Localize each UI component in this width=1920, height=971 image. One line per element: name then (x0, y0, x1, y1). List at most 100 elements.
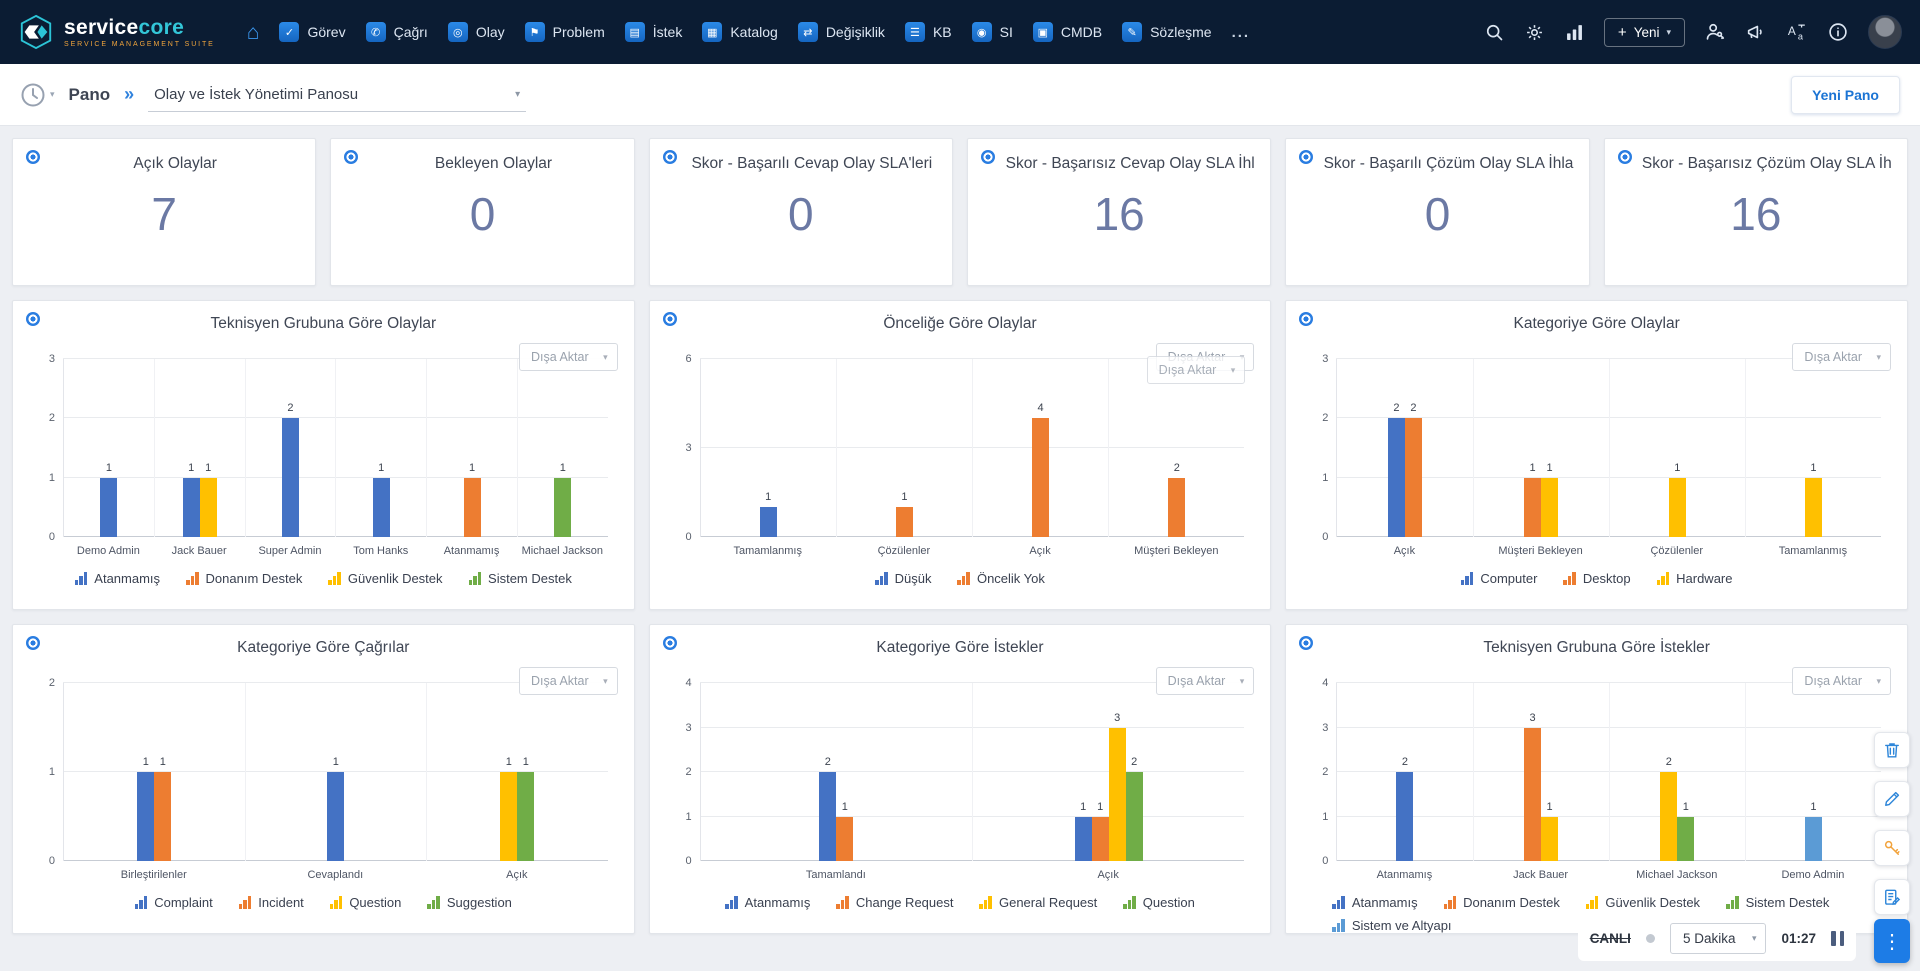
chart-bar[interactable]: 3 (1524, 728, 1541, 862)
user-access-icon[interactable] (1704, 21, 1726, 43)
chart-bar[interactable]: 1 (760, 507, 777, 537)
chart-bar[interactable]: 1 (1092, 817, 1109, 862)
chart-bar[interactable]: 2 (819, 772, 836, 861)
info-icon[interactable] (1827, 21, 1849, 43)
legend-item[interactable]: General Request (979, 895, 1097, 910)
new-dashboard-button[interactable]: Yeni Pano (1791, 76, 1900, 114)
chart-bar[interactable]: 1 (1805, 817, 1822, 862)
chart-bar[interactable]: 1 (1075, 817, 1092, 862)
legend-item[interactable]: Sistem Destek (469, 571, 572, 586)
legend-item[interactable]: Computer (1461, 571, 1538, 586)
legend-item[interactable]: Complaint (135, 895, 213, 910)
chart-bar[interactable]: 2 (282, 418, 299, 537)
translate-icon[interactable]: Aa (1786, 21, 1808, 43)
nav-item-cmdb[interactable]: ▣CMDB (1023, 14, 1112, 50)
legend-item[interactable]: Atanmamış (725, 895, 810, 910)
chart-bar[interactable]: 2 (1388, 418, 1405, 537)
chart-bar[interactable]: 1 (1541, 478, 1558, 537)
nav-item-change[interactable]: ⇄Değişiklik (788, 14, 895, 50)
chart-bar[interactable]: 1 (154, 772, 171, 861)
edit-widgets-button[interactable] (1874, 879, 1910, 915)
chart-bar[interactable]: 2 (1168, 478, 1185, 537)
nav-item-call[interactable]: ✆Çağrı (356, 14, 438, 50)
refresh-interval-select[interactable]: 5 Dakika ▾ (1670, 923, 1767, 954)
chart-bar[interactable]: 1 (517, 772, 534, 861)
legend-item[interactable]: Question (330, 895, 402, 910)
kpi-card[interactable]: Skor - Başarılı Çözüm Olay SLA İhla0 (1285, 138, 1589, 286)
chart-bar[interactable]: 1 (137, 772, 154, 861)
legend-item[interactable]: Donanım Destek (186, 571, 302, 586)
edit-dashboard-button[interactable] (1874, 781, 1910, 817)
export-select[interactable]: Dışa Aktar▾ (1147, 356, 1246, 384)
nav-item-task[interactable]: ✓Görev (269, 14, 355, 50)
chart-bar[interactable]: 1 (896, 507, 913, 537)
user-avatar[interactable] (1868, 15, 1902, 49)
legend-item[interactable]: Öncelik Yok (957, 571, 1044, 586)
more-actions-button[interactable]: ⋮ (1874, 919, 1910, 963)
chart-bar[interactable]: 3 (1109, 728, 1126, 862)
new-button[interactable]: + Yeni ▾ (1604, 18, 1685, 47)
legend-item[interactable]: Düşük (875, 571, 931, 586)
chart-bar[interactable]: 1 (1677, 817, 1694, 862)
nav-more-button[interactable]: ... (1222, 24, 1261, 41)
legend-item[interactable]: Desktop (1563, 571, 1630, 586)
chart-bar[interactable]: 1 (464, 478, 481, 537)
dashboard-select[interactable]: Olay ve İstek Yönetimi Panosu ▾ (148, 78, 526, 112)
nav-item-contract[interactable]: ✎Sözleşme (1112, 14, 1221, 50)
legend-item[interactable]: Hardware (1657, 571, 1733, 586)
nav-item-si[interactable]: ◉SI (962, 14, 1023, 50)
kpi-card[interactable]: Skor - Başarılı Cevap Olay SLA'leri0 (649, 138, 953, 286)
legend-item[interactable]: Atanmamış (1332, 895, 1417, 910)
chart-bar[interactable]: 1 (183, 478, 200, 537)
nav-item-problem[interactable]: ⚑Problem (515, 14, 615, 50)
chart-bar[interactable]: 2 (1126, 772, 1143, 861)
export-select[interactable]: Dışa Aktar▾ (519, 343, 618, 371)
legend-item[interactable]: Question (1123, 895, 1195, 910)
legend-item[interactable]: Donanım Destek (1444, 895, 1560, 910)
chart-bar[interactable]: 1 (1524, 478, 1541, 537)
stats-chart-icon[interactable] (1564, 22, 1585, 43)
delete-dashboard-button[interactable] (1874, 732, 1910, 768)
settings-gear-icon[interactable] (1524, 22, 1545, 43)
chart-bar[interactable]: 1 (100, 478, 117, 537)
chart-bar[interactable]: 1 (554, 478, 571, 537)
kpi-card[interactable]: Bekleyen Olaylar0 (330, 138, 634, 286)
legend-item[interactable]: Sistem Destek (1726, 895, 1829, 910)
chart-bar[interactable]: 2 (1660, 772, 1677, 861)
nav-item-home[interactable]: ⌂ (237, 14, 270, 51)
chart-bar[interactable]: 1 (1541, 817, 1558, 862)
legend-item[interactable]: Güvenlik Destek (328, 571, 442, 586)
chart-bar[interactable]: 1 (1805, 478, 1822, 537)
chart-bar[interactable]: 1 (373, 478, 390, 537)
brand-logo[interactable]: servicecore SERVICE MANAGEMENT SUITE (18, 14, 215, 50)
chart-bar[interactable]: 1 (500, 772, 517, 861)
export-select[interactable]: Dışa Aktar▾ (1792, 343, 1891, 371)
announcement-icon[interactable] (1745, 21, 1767, 43)
chart-bar[interactable]: 2 (1405, 418, 1422, 537)
chart-bar[interactable]: 1 (327, 772, 344, 861)
legend-item[interactable]: Güvenlik Destek (1586, 895, 1700, 910)
nav-item-kb[interactable]: ☰KB (895, 14, 962, 50)
legend-item[interactable]: Atanmamış (75, 571, 160, 586)
pause-button[interactable] (1831, 931, 1844, 946)
kpi-card[interactable]: Skor - Başarısız Çözüm Olay SLA İh16 (1604, 138, 1908, 286)
export-select[interactable]: Dışa Aktar▾ (1792, 667, 1891, 695)
legend-item[interactable]: Incident (239, 895, 304, 910)
kpi-card[interactable]: Açık Olaylar7 (12, 138, 316, 286)
chart-bar[interactable]: 4 (1032, 418, 1049, 537)
legend-item[interactable]: Suggestion (427, 895, 512, 910)
permissions-button[interactable] (1874, 830, 1910, 866)
nav-item-incident[interactable]: ◎Olay (438, 14, 515, 50)
legend-item[interactable]: Sistem ve Altyapı (1332, 918, 1451, 933)
kpi-card[interactable]: Skor - Başarısız Cevap Olay SLA İhl16 (967, 138, 1271, 286)
recent-dashboards-dropdown[interactable]: ▾ (20, 82, 55, 108)
export-select[interactable]: Dışa Aktar▾ (1156, 667, 1255, 695)
nav-item-request[interactable]: ▤İstek (615, 14, 693, 50)
chart-bar[interactable]: 1 (836, 817, 853, 862)
chart-bar[interactable]: 1 (1669, 478, 1686, 537)
chart-bar[interactable]: 1 (200, 478, 217, 537)
export-select[interactable]: Dışa Aktar▾ (519, 667, 618, 695)
search-icon[interactable] (1484, 22, 1505, 43)
legend-item[interactable]: Change Request (836, 895, 953, 910)
nav-item-catalog[interactable]: ▦Katalog (692, 14, 787, 50)
